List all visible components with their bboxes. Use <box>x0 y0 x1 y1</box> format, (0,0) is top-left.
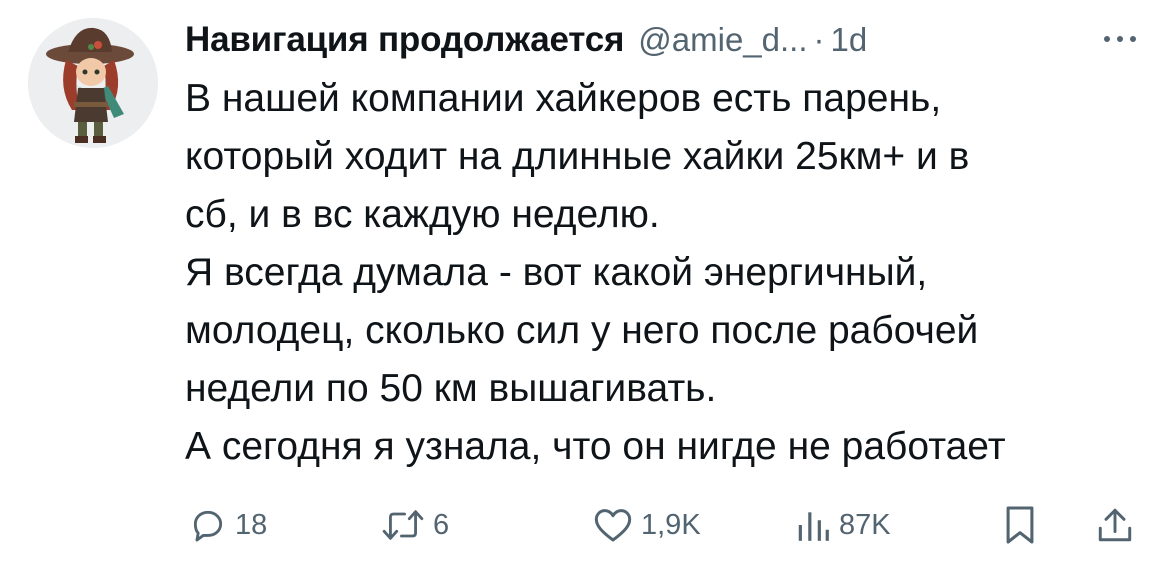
bookmark-button[interactable] <box>1003 496 1037 554</box>
like-button[interactable]: 1,9K <box>593 496 701 554</box>
avatar-illustration <box>28 18 158 148</box>
tweet-text-line: молодец, сколько сил у него после рабоче… <box>185 309 979 352</box>
reply-icon <box>193 510 223 542</box>
tweet-header: Навигация продолжается @amie_d... · 1d <box>185 14 1145 66</box>
avatar[interactable] <box>28 18 158 148</box>
retweet-button[interactable]: 6 <box>381 496 449 554</box>
author-handle[interactable]: @amie_d... <box>638 21 807 59</box>
more-options-button[interactable] <box>1095 24 1145 54</box>
like-count: 1,9K <box>641 508 701 541</box>
views-button[interactable]: 87K <box>795 496 891 554</box>
tweet: Навигация продолжается @amie_d... · 1d В… <box>0 0 1170 580</box>
tweet-text-line: В нашей компании хайкеров есть парень, <box>185 77 942 120</box>
reply-count: 18 <box>235 508 268 541</box>
author-display-name[interactable]: Навигация продолжается <box>185 20 624 60</box>
share-button[interactable] <box>1097 496 1133 554</box>
tweet-text: В нашей компании хайкеров есть парень, к… <box>185 70 1160 476</box>
tweet-actions: 18 6 1,9K 87K <box>185 496 1145 554</box>
separator-dot: · <box>813 21 825 58</box>
views-count: 87K <box>839 508 891 541</box>
tweet-text-line: А сегодня я узнала, что он нигде не рабо… <box>185 425 1006 468</box>
heart-icon <box>594 509 632 542</box>
reply-button[interactable]: 18 <box>189 496 267 554</box>
more-icon <box>1104 36 1136 42</box>
retweet-icon <box>382 510 424 540</box>
tweet-timestamp[interactable]: 1d <box>831 21 868 59</box>
tweet-text-line: Я всегда думала - вот какой энергичный, <box>185 251 928 294</box>
retweet-count: 6 <box>433 508 450 541</box>
bookmark-icon <box>1006 506 1034 544</box>
tweet-text-line: сб, и в вс каждую неделю. <box>185 193 660 236</box>
tweet-text-line: недели по 50 км вышагивать. <box>185 367 717 410</box>
tweet-text-line: который ходит на длинные хайки 25км+ и в <box>185 135 970 178</box>
share-icon <box>1098 508 1132 542</box>
views-icon <box>798 512 829 541</box>
